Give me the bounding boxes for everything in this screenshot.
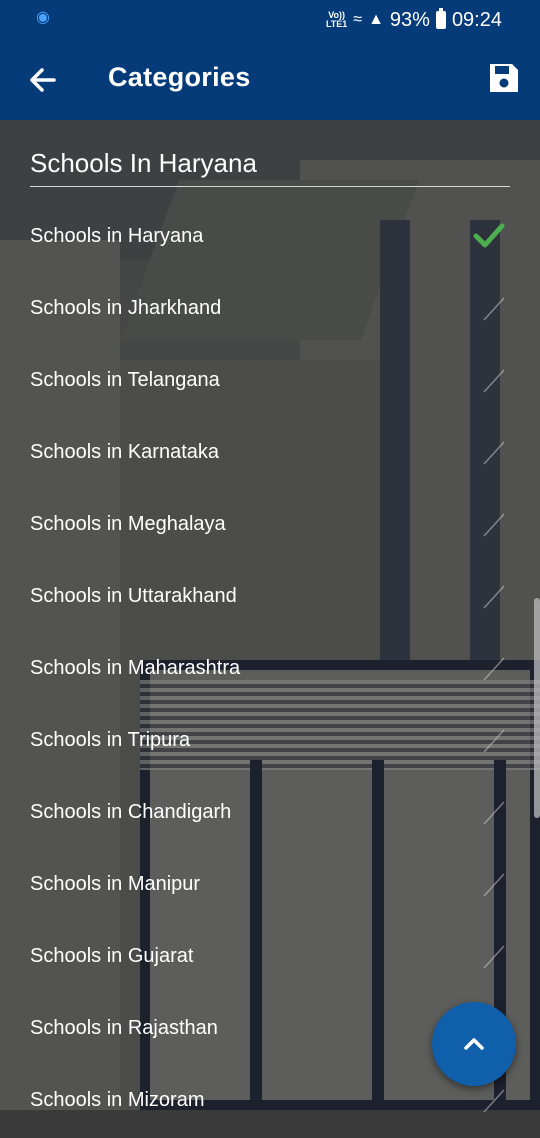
checkmark-unchecked-icon[interactable] [472,938,506,972]
category-label: Schools in Manipur [30,873,201,895]
signal-icon: ▲ [368,11,384,28]
category-label: Schools in Jharkhand [30,297,222,319]
category-label: Schools in Meghalaya [30,513,226,535]
page-title: Categories [108,62,251,92]
arrow-left-icon [30,68,56,92]
category-list-item[interactable]: Schools in Tripura [0,706,540,778]
category-list-item[interactable]: Schools in Karnataka [0,418,540,490]
app-bar: Categories [0,40,540,120]
checkmark-unchecked-icon[interactable] [472,362,506,396]
scrollbar[interactable] [534,598,540,818]
checkmark-checked-icon[interactable] [472,218,506,252]
category-label: Schools in Tripura [30,729,191,751]
category-list-item[interactable]: Schools in Maharashtra [0,634,540,706]
checkmark-unchecked-icon[interactable] [472,290,506,324]
category-label: Schools in Chandigarh [30,801,232,823]
category-list-item[interactable]: Schools in Telangana [0,346,540,418]
category-label: Schools in Rajasthan [30,1017,218,1039]
category-label: Schools in Telangana [30,369,220,391]
category-list-item[interactable]: Schools in Chandigarh [0,778,540,850]
battery-icon [435,8,446,29]
category-label: Schools in Karnataka [30,441,220,463]
save-icon [490,64,518,92]
checkmark-unchecked-icon[interactable] [472,722,506,756]
category-list-item[interactable]: Schools in Gujarat [0,922,540,994]
status-right: Vo)) LTE1 ≈ ▲ 93% 09:24 [326,6,502,34]
checkmark-unchecked-icon[interactable] [472,866,506,900]
save-button[interactable] [486,60,522,96]
category-label: Schools in Haryana [30,225,204,247]
status-bar: ◉ Vo)) LTE1 ≈ ▲ 93% 09:24 [0,0,540,40]
checkmark-unchecked-icon[interactable] [472,650,506,684]
checkmark-unchecked-icon[interactable] [472,578,506,612]
category-list: Schools in Haryana Schools in Jharkhand Sc… [0,202,540,1138]
category-label: Schools in Gujarat [30,945,194,967]
volte-icon: Vo)) LTE1 [325,10,348,29]
back-button[interactable] [22,58,66,102]
category-list-item[interactable]: Schools in Manipur [0,850,540,922]
category-list-item[interactable]: Schools in Meghalaya [0,490,540,562]
selected-category-field[interactable]: Schools In Haryana [30,148,510,187]
category-list-item[interactable]: Schools in Uttarakhand [0,562,540,634]
wifi-icon: ≈ [353,11,363,28]
scroll-to-top-button[interactable] [432,1002,516,1086]
clock: 09:24 [451,8,502,31]
checkmark-unchecked-icon[interactable] [472,1082,506,1116]
category-label: Schools in Uttarakhand [30,585,237,607]
checkmark-unchecked-icon[interactable] [472,506,506,540]
chevron-up-icon [464,1038,484,1050]
checkmark-unchecked-icon[interactable] [472,794,506,828]
battery-percent: 93% [389,8,430,31]
category-panel: Schools In Haryana Schools in Haryana Sch… [0,120,540,1113]
category-label: Schools in Maharashtra [30,657,241,679]
app-notification-icon: ◉ [36,9,50,26]
category-label: Schools in Mizoram [30,1089,205,1111]
checkmark-unchecked-icon[interactable] [472,434,506,468]
category-list-item[interactable]: Schools in Jharkhand [0,274,540,346]
category-list-item[interactable]: Schools in Haryana [0,202,540,274]
